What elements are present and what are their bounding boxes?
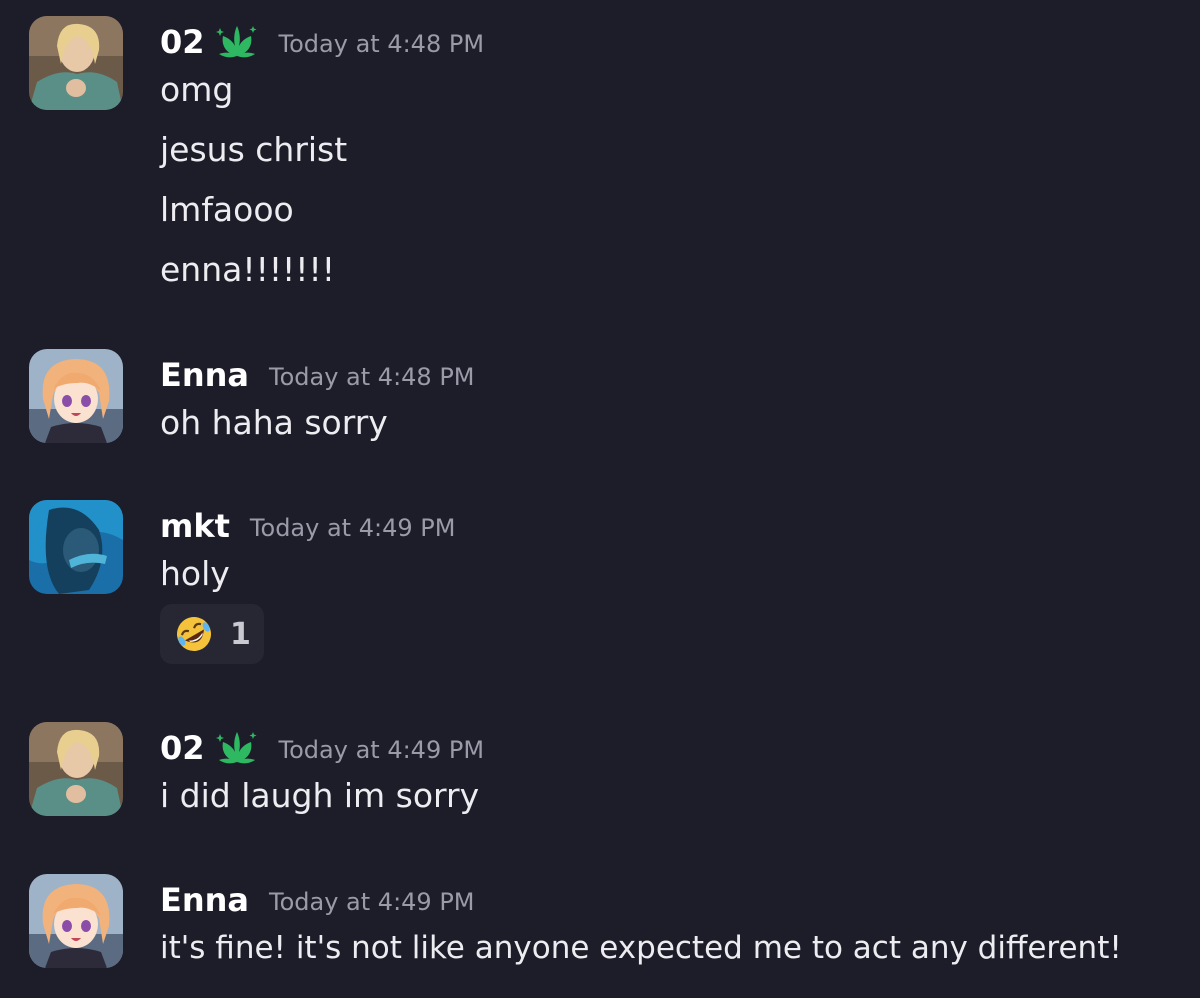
avatar[interactable] [29,874,123,968]
rolling-on-floor-laughing-emoji [177,617,211,651]
message-header: Enna Today at 4:48 PM [160,353,475,397]
username[interactable]: Enna [160,881,249,919]
lotus-badge-icon [215,22,259,62]
message-header: 02 Today at 4:49 PM [160,726,484,770]
message-header: mkt Today at 4:49 PM [160,504,455,548]
message-header: Enna Today at 4:49 PM [160,878,475,922]
message-text: it's fine! it's not like anyone expected… [160,930,1122,966]
username[interactable]: 02 [160,729,205,767]
avatar[interactable] [29,16,123,110]
timestamp: Today at 4:49 PM [269,888,475,916]
message-text: jesus christ [160,130,348,169]
reaction-button[interactable]: 1 [160,604,264,664]
avatar[interactable] [29,500,123,594]
timestamp: Today at 4:48 PM [269,363,475,391]
lotus-badge-icon [215,728,259,768]
reaction-count: 1 [230,616,251,652]
username[interactable]: Enna [160,356,249,394]
message-text: holy [160,554,230,593]
timestamp: Today at 4:48 PM [278,30,485,58]
avatar[interactable] [29,349,123,443]
chat-message-list: 02 Today at 4:48 PM omg jesus christ lmf… [0,0,1200,998]
username[interactable]: mkt [160,507,230,545]
timestamp: Today at 4:49 PM [249,514,456,542]
message-text: oh haha sorry [160,403,388,442]
message-text: lmfaooo [160,190,294,229]
avatar[interactable] [29,722,123,816]
message-text: i did laugh im sorry [160,776,480,815]
message-text: omg [160,70,234,109]
message-header: 02 Today at 4:48 PM [160,20,484,64]
message-text: enna!!!!!!! [160,250,335,289]
username[interactable]: 02 [160,23,205,61]
timestamp: Today at 4:49 PM [278,736,485,764]
